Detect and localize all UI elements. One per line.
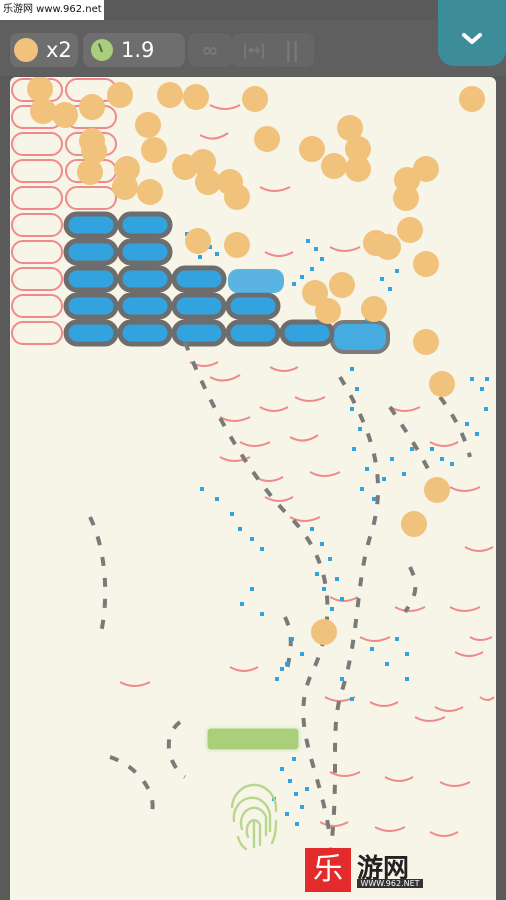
hud-bar: x2 1.9 ∞ |↔| || [0, 20, 506, 76]
site-logo: 乐 游网 WWW.962.NET [305, 848, 423, 892]
chevron-down-icon [462, 33, 482, 44]
coin-multiplier: x2 [46, 38, 72, 62]
timer-value: 1.9 [121, 38, 155, 62]
logo-mark: 乐 [305, 848, 351, 892]
infinity-icon[interactable]: ∞ [188, 33, 232, 67]
coins [27, 77, 485, 645]
ball-trails [88, 341, 472, 858]
pause-icon[interactable]: || [270, 33, 314, 67]
coin-counter: x2 [10, 33, 78, 67]
fingerprint-icon[interactable] [230, 783, 278, 851]
game-canvas [11, 77, 495, 858]
clock-icon [91, 39, 113, 61]
watermark: 乐游网 www.962.net [0, 0, 104, 20]
timer: 1.9 [83, 33, 185, 67]
dropdown-toggle[interactable] [438, 0, 506, 66]
paddle[interactable] [204, 725, 302, 753]
logo-url: WWW.962.NET [357, 879, 423, 888]
play-field[interactable] [10, 77, 496, 900]
coin-icon [14, 38, 38, 62]
